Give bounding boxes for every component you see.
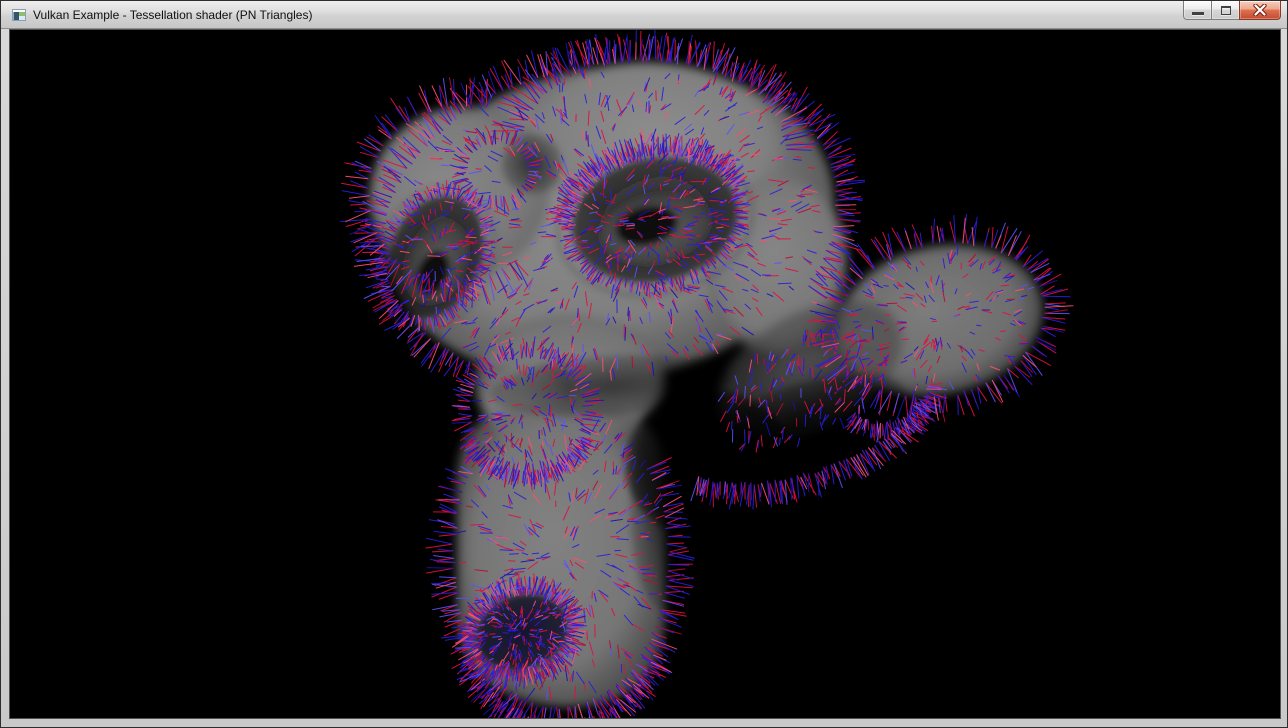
- window-controls: [1184, 1, 1281, 20]
- minimize-icon: [1192, 12, 1204, 15]
- render-client-area: [9, 29, 1281, 719]
- app-icon: [11, 7, 27, 23]
- app-window: Vulkan Example - Tessellation shader (PN…: [0, 0, 1288, 728]
- window-title: Vulkan Example - Tessellation shader (PN…: [33, 1, 312, 29]
- minimize-button[interactable]: [1183, 1, 1212, 20]
- close-icon: [1253, 4, 1267, 16]
- maximize-button[interactable]: [1211, 1, 1240, 20]
- window-titlebar[interactable]: Vulkan Example - Tessellation shader (PN…: [1, 1, 1287, 29]
- viewport-3d[interactable]: [10, 30, 1280, 718]
- close-button[interactable]: [1239, 1, 1281, 20]
- maximize-icon: [1221, 6, 1231, 15]
